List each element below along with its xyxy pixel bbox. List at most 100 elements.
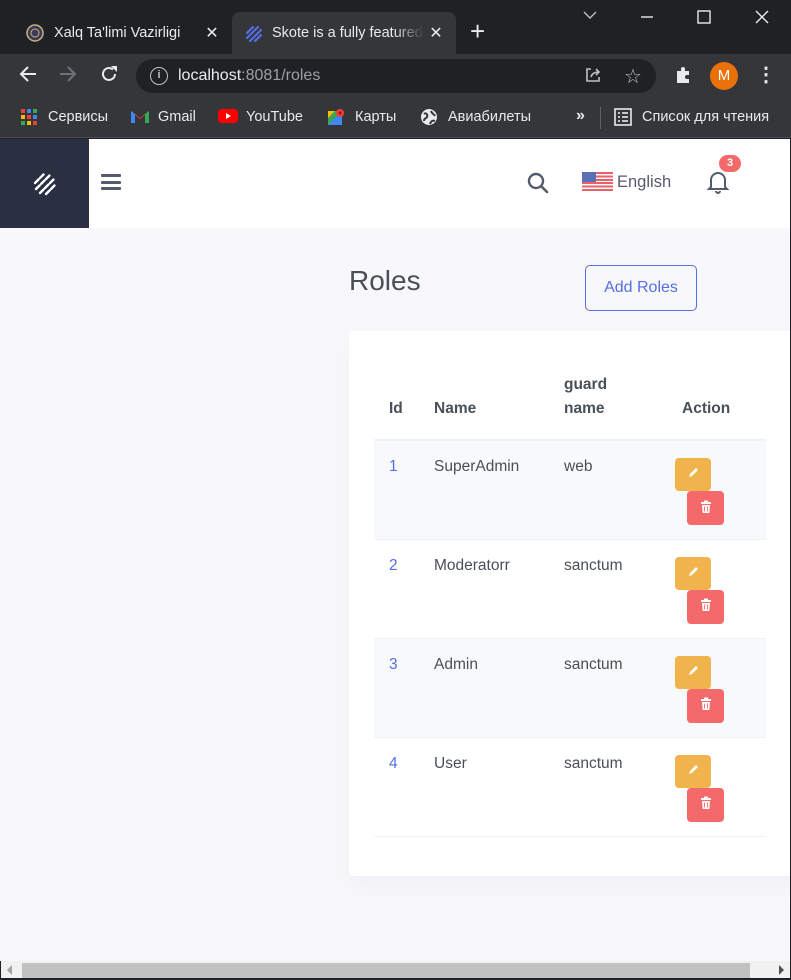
table-row: 4 User sanctum — [374, 737, 766, 837]
browser-window: Xalq Ta'limi Vazirligi ✕ Skote is a full… — [0, 0, 791, 980]
share-icon[interactable] — [584, 66, 602, 89]
minimize-button[interactable] — [640, 10, 654, 29]
role-name: Admin — [419, 638, 549, 738]
trash-icon — [700, 598, 711, 611]
gmail-icon — [130, 108, 149, 126]
role-actions — [667, 638, 766, 738]
forward-button[interactable] — [58, 64, 78, 89]
bookmark-youtube[interactable]: YouTube — [218, 108, 303, 126]
url-text[interactable]: localhost:8081/roles — [178, 67, 320, 85]
roles-table: Id Name guard name Action 1 SuperAdmin w… — [374, 361, 766, 837]
edit-role-button[interactable] — [675, 655, 711, 689]
tab-xalq-talimi[interactable]: Xalq Ta'limi Vazirligi ✕ — [14, 12, 232, 54]
emblem-icon — [26, 24, 44, 42]
scroll-left-arrow[interactable] — [7, 965, 12, 975]
edit-role-button[interactable] — [675, 754, 711, 788]
trash-icon — [700, 500, 711, 513]
role-actions — [667, 539, 766, 639]
role-guard-name: sanctum — [549, 737, 667, 837]
maps-icon — [327, 108, 345, 126]
page-title: Roles — [349, 265, 421, 296]
browser-menu-icon[interactable]: ⋮ — [756, 65, 776, 85]
delete-role-button[interactable] — [687, 688, 724, 723]
role-guard-name: web — [549, 440, 667, 540]
edit-role-button[interactable] — [675, 556, 711, 590]
role-id: 1 — [374, 440, 419, 540]
skote-logo-icon — [33, 172, 56, 195]
more-bookmarks-button[interactable]: » — [576, 107, 585, 125]
horizontal-scrollbar[interactable] — [1, 961, 790, 978]
close-tab-icon[interactable]: ✕ — [424, 23, 448, 43]
notifications-bell-icon[interactable] — [706, 169, 730, 200]
extensions-puzzle-icon[interactable] — [674, 66, 692, 89]
site-info-icon[interactable]: i — [150, 67, 168, 85]
table-row: 1 SuperAdmin web — [374, 440, 766, 540]
menu-toggle-icon[interactable] — [101, 174, 121, 190]
tab-search-button[interactable] — [582, 8, 598, 26]
column-header-name: Name — [419, 361, 549, 441]
app-header: English 3 — [0, 139, 790, 228]
globe-icon — [420, 108, 438, 126]
bookmark-star-icon[interactable]: ☆ — [624, 64, 642, 89]
bookmark-maps[interactable]: Карты — [327, 108, 396, 126]
pencil-icon — [689, 764, 698, 774]
reading-list-button[interactable]: Список для чтения — [614, 108, 769, 126]
tab-strip: Xalq Ta'limi Vazirligi ✕ Skote is a full… — [0, 0, 791, 54]
delete-role-button[interactable] — [687, 787, 724, 822]
maximize-button[interactable] — [697, 10, 711, 29]
tab-title: Skote is a fully featured — [272, 25, 423, 41]
delete-role-button[interactable] — [687, 491, 724, 525]
column-header-guard-name: guard name — [549, 361, 667, 441]
column-header-id: Id — [374, 361, 419, 441]
page-content: English 3 Roles Add Roles Id Name guard … — [0, 139, 790, 961]
role-name: Moderatorr — [419, 539, 549, 639]
us-flag-icon — [582, 172, 613, 192]
bookmarks-separator — [600, 107, 601, 129]
role-id: 4 — [374, 737, 419, 837]
browser-toolbar: i localhost:8081/roles ☆ M ⋮ — [0, 54, 791, 98]
address-bar[interactable]: i localhost:8081/roles ☆ — [136, 59, 656, 93]
reading-list-icon — [614, 108, 632, 126]
new-tab-button[interactable]: + — [470, 18, 485, 44]
delete-role-button[interactable] — [687, 589, 724, 624]
trash-icon — [700, 697, 711, 710]
scrollbar-thumb[interactable] — [22, 963, 750, 978]
role-name: User — [419, 737, 549, 837]
youtube-icon — [218, 108, 238, 126]
bookmark-aviabilety[interactable]: Авиабилеты — [420, 108, 531, 126]
edit-role-button[interactable] — [675, 458, 711, 491]
role-guard-name: sanctum — [549, 638, 667, 738]
apps-grid-icon — [20, 108, 38, 126]
column-header-action: Action — [667, 361, 766, 441]
role-actions — [667, 737, 766, 837]
tab-skote[interactable]: Skote is a fully featured ✕ — [232, 12, 456, 54]
roles-card: Id Name guard name Action 1 SuperAdmin w… — [349, 331, 790, 876]
notification-count-badge: 3 — [719, 155, 741, 172]
search-icon[interactable] — [526, 171, 550, 200]
trash-icon — [700, 796, 711, 809]
bookmark-services[interactable]: Сервисы — [20, 108, 108, 126]
scroll-right-arrow[interactable] — [779, 965, 784, 975]
table-row: 3 Admin sanctum — [374, 638, 766, 738]
bookmark-gmail[interactable]: Gmail — [130, 108, 196, 126]
back-button[interactable] — [18, 64, 38, 89]
table-row: 2 Moderatorr sanctum — [374, 539, 766, 639]
profile-avatar[interactable]: M — [710, 62, 738, 90]
close-tab-icon[interactable]: ✕ — [200, 23, 224, 43]
role-actions — [667, 440, 766, 540]
role-guard-name: sanctum — [549, 539, 667, 639]
reload-button[interactable] — [99, 64, 119, 89]
table-header-row: Id Name guard name Action — [374, 361, 766, 441]
skote-logo-icon — [244, 24, 263, 43]
close-window-button[interactable] — [755, 10, 769, 29]
pencil-icon — [689, 566, 698, 576]
role-id: 3 — [374, 638, 419, 738]
brand-logo[interactable] — [0, 139, 89, 228]
pencil-icon — [689, 665, 698, 675]
add-roles-button[interactable]: Add Roles — [585, 265, 697, 311]
bookmarks-bar: Сервисы Gmail YouTube Карты Авиабилеты »… — [0, 98, 791, 138]
role-name: SuperAdmin — [419, 440, 549, 540]
tab-title: Xalq Ta'limi Vazirligi — [54, 25, 181, 41]
pencil-icon — [689, 468, 698, 477]
language-selector[interactable]: English — [582, 172, 671, 192]
